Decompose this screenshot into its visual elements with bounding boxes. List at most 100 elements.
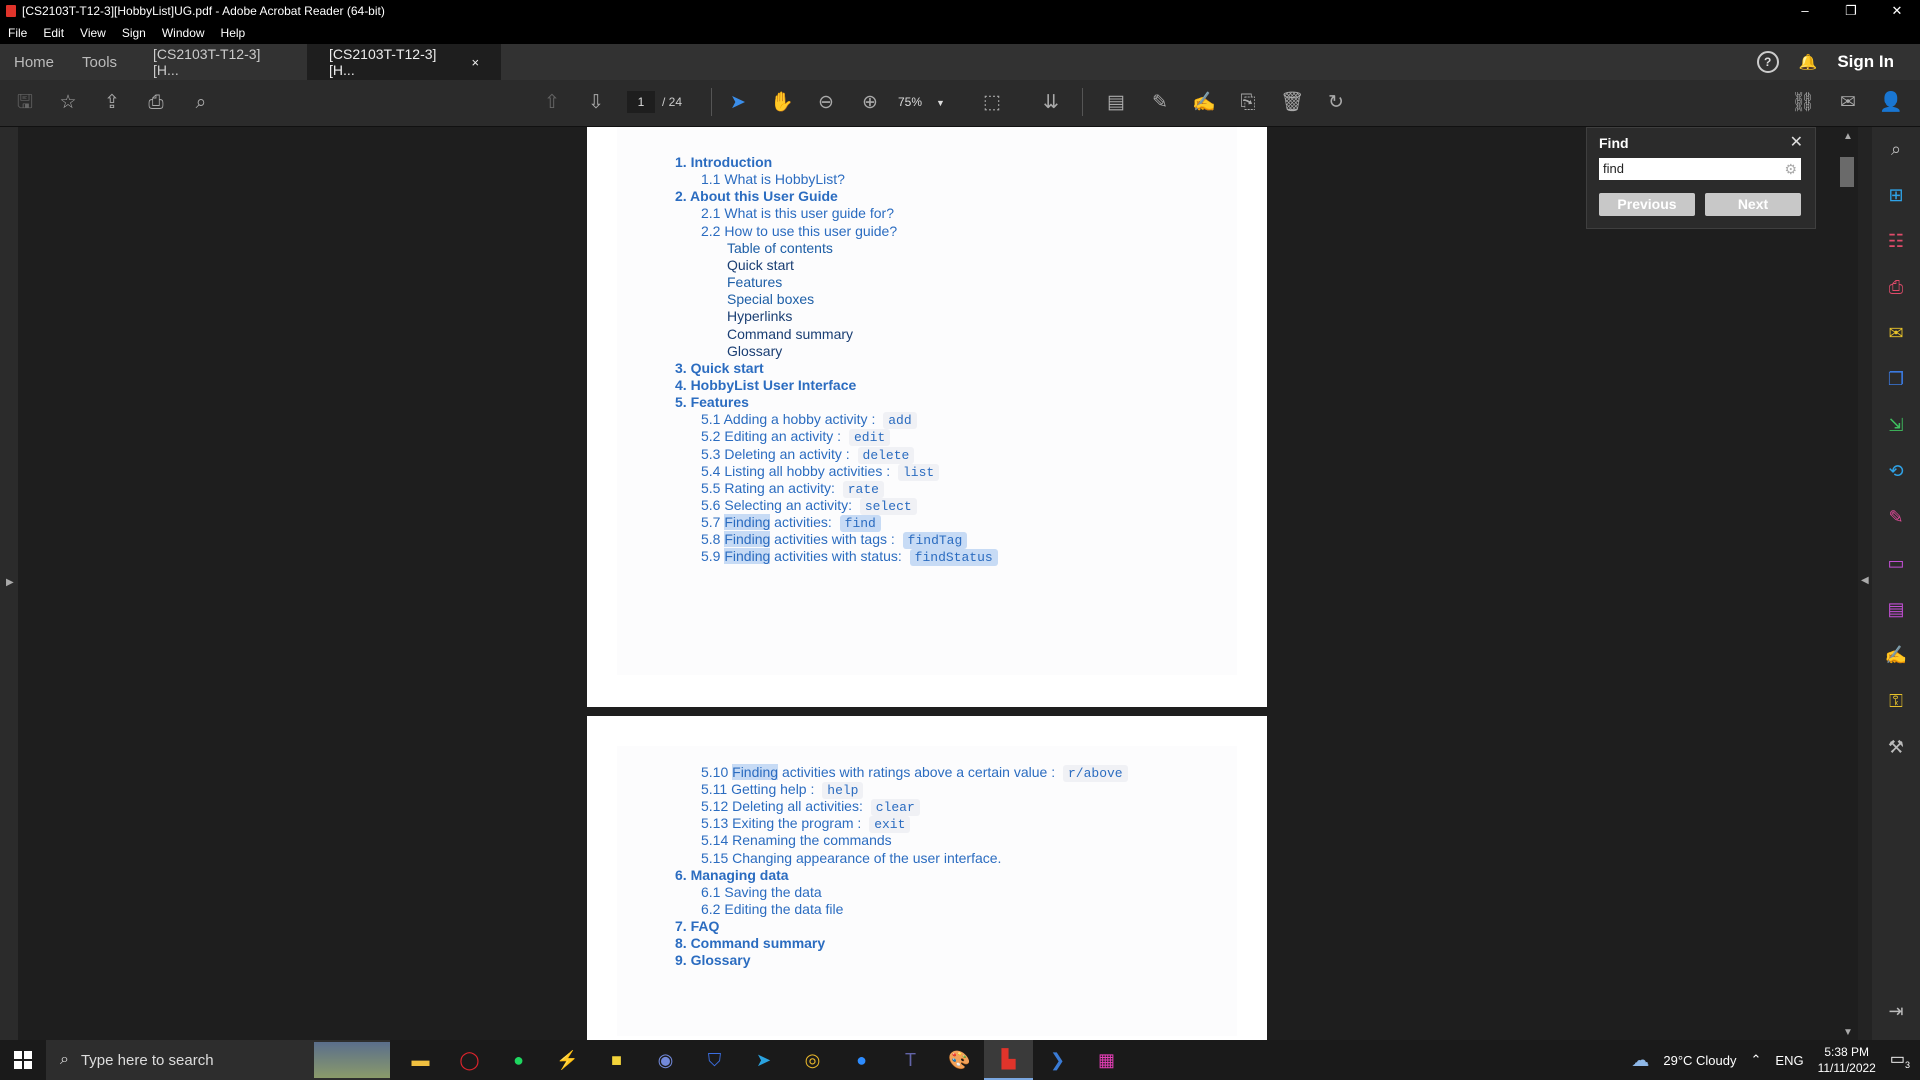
find-next-button[interactable]: Next bbox=[1705, 193, 1801, 216]
notification-center-icon[interactable]: ▭3 bbox=[1890, 1049, 1910, 1070]
scroll-up-icon[interactable]: ▲ bbox=[1843, 131, 1853, 142]
toc-entry[interactable]: 5.4 Listing all hobby activities : list bbox=[701, 463, 940, 481]
left-panel-toggle[interactable]: ▶ bbox=[0, 127, 18, 1040]
previous-page-icon[interactable]: ⇧ bbox=[539, 90, 565, 116]
comment-tool-icon[interactable]: ✉ bbox=[1884, 321, 1908, 345]
rotate-icon[interactable]: ↻ bbox=[1323, 90, 1349, 116]
search-zoom-icon[interactable]: ⌕ bbox=[188, 90, 214, 116]
collapse-pane-icon[interactable]: ⇥ bbox=[1884, 999, 1908, 1023]
powershell-icon[interactable]: ❯ bbox=[1033, 1040, 1082, 1080]
highlight-pen-icon[interactable]: ✎ bbox=[1147, 90, 1173, 116]
toc-entry[interactable]: 6.1 Saving the data bbox=[701, 884, 822, 900]
toc-entry[interactable]: 1.1 What is HobbyList? bbox=[701, 171, 845, 187]
tab-document-2[interactable]: [CS2103T-T12-3][H... × bbox=[307, 44, 502, 80]
organize-pages-icon[interactable]: ☷ bbox=[1884, 229, 1908, 253]
toc-entry[interactable]: 5.1 Adding a hobby activity : add bbox=[701, 411, 917, 430]
toc-entry[interactable]: Command summary bbox=[727, 326, 853, 342]
tab-close-icon[interactable]: × bbox=[471, 55, 479, 70]
start-button[interactable] bbox=[0, 1040, 46, 1080]
share-user-icon[interactable]: 👤 bbox=[1878, 90, 1904, 116]
sign-in-button[interactable]: Sign In bbox=[1837, 52, 1894, 72]
spotify-icon[interactable]: ● bbox=[494, 1040, 543, 1080]
vertical-scrollbar[interactable]: ▲ ▼ bbox=[1838, 127, 1858, 1040]
acrobat-taskbar-icon[interactable]: ▙ bbox=[984, 1040, 1033, 1080]
minimize-button[interactable]: – bbox=[1782, 3, 1828, 19]
link-icon[interactable]: ⛓ bbox=[1790, 90, 1816, 116]
bookmark-star-icon[interactable]: ☆ bbox=[55, 90, 81, 116]
intellij-icon[interactable]: ▦ bbox=[1082, 1040, 1131, 1080]
clock[interactable]: 5:38 PM 11/11/2022 bbox=[1818, 1044, 1876, 1076]
toc-entry[interactable]: 3. Quick start bbox=[675, 360, 764, 376]
protect-icon[interactable]: ⚿ bbox=[1884, 689, 1908, 713]
teams-icon[interactable]: T bbox=[886, 1040, 935, 1080]
print-icon[interactable]: ⎙ bbox=[143, 90, 169, 116]
toc-entry[interactable]: 6. Managing data bbox=[675, 867, 789, 883]
tab-document-1[interactable]: [CS2103T-T12-3][H... bbox=[131, 44, 307, 80]
export-pdf-icon[interactable]: ⎙ bbox=[1884, 275, 1908, 299]
combine-files-icon[interactable]: ❐ bbox=[1884, 367, 1908, 391]
scroll-mode-icon[interactable]: ⇊ bbox=[1038, 90, 1064, 116]
toc-entry[interactable]: Glossary bbox=[727, 343, 782, 359]
chrome-icon[interactable]: ◎ bbox=[788, 1040, 837, 1080]
toc-entry[interactable]: 5.14 Renaming the commands bbox=[701, 832, 892, 848]
fill-sign-icon[interactable]: ⎘ bbox=[1235, 90, 1261, 116]
toc-entry[interactable]: 5.6 Selecting an activity: select bbox=[701, 497, 917, 515]
upload-cloud-icon[interactable]: ⇪ bbox=[99, 90, 125, 116]
menu-window[interactable]: Window bbox=[154, 26, 213, 40]
toc-entry[interactable]: Special boxes bbox=[727, 291, 814, 307]
close-button[interactable]: ✕ bbox=[1874, 3, 1920, 19]
scroll-down-icon[interactable]: ▼ bbox=[1843, 1027, 1853, 1038]
toc-entry[interactable]: 5.2 Editing an activity : edit bbox=[701, 428, 891, 447]
toc-entry[interactable]: 2. About this User Guide bbox=[675, 188, 838, 204]
toc-entry[interactable]: 2.2 How to use this user guide? bbox=[701, 223, 897, 239]
create-pdf-icon[interactable]: ⊞ bbox=[1884, 183, 1908, 207]
flash-app-icon[interactable]: ⚡ bbox=[543, 1040, 592, 1080]
toc-entry[interactable]: 1. Introduction bbox=[675, 154, 772, 170]
delete-icon[interactable]: 🗑 bbox=[1279, 90, 1305, 116]
save-icon[interactable]: 🖫 bbox=[12, 90, 38, 116]
weather-text[interactable]: 29°C Cloudy bbox=[1663, 1053, 1736, 1068]
gear-icon[interactable]: ⚙ bbox=[1784, 158, 1797, 180]
sign-icon[interactable]: ✍ bbox=[1884, 643, 1908, 667]
toc-entry[interactable]: Quick start bbox=[727, 257, 794, 273]
language-indicator[interactable]: ENG bbox=[1775, 1053, 1803, 1068]
right-pane-collapse[interactable]: ◀ bbox=[1858, 127, 1872, 1040]
help-icon[interactable]: ? bbox=[1756, 51, 1779, 73]
email-icon[interactable]: ✉ bbox=[1835, 90, 1861, 116]
toc-entry[interactable]: 5. Features bbox=[675, 394, 749, 410]
notification-bell-icon[interactable]: 🔔 bbox=[1799, 53, 1818, 71]
document-view[interactable]: 1. Introduction 1.1 What is HobbyList? 2. … bbox=[18, 127, 1838, 1040]
draw-icon[interactable]: ✍ bbox=[1191, 90, 1217, 116]
bitwarden-icon[interactable]: ⛉ bbox=[690, 1040, 739, 1080]
taskbar-search[interactable]: ⌕ Type here to search bbox=[46, 1040, 390, 1080]
toc-entry[interactable]: 2.1 What is this user guide for? bbox=[701, 205, 894, 221]
menu-file[interactable]: File bbox=[0, 26, 35, 40]
tab-tools[interactable]: Tools bbox=[68, 44, 131, 80]
toc-entry[interactable]: 6.2 Editing the data file bbox=[701, 901, 843, 917]
toc-entry[interactable]: 5.11 Getting help : help bbox=[701, 781, 864, 800]
sticky-notes-icon[interactable]: ■ bbox=[592, 1040, 641, 1080]
select-tool-icon[interactable]: ➤ bbox=[725, 90, 751, 116]
zoom-out-icon[interactable]: ⊖ bbox=[813, 90, 839, 116]
zoom-icon[interactable]: ● bbox=[837, 1040, 886, 1080]
restore-button[interactable]: ❐ bbox=[1828, 3, 1874, 19]
toc-entry[interactable]: 5.8 Finding activities with tags : findT… bbox=[701, 531, 968, 550]
toc-entry[interactable]: 4. HobbyList User Interface bbox=[675, 377, 856, 393]
toc-entry[interactable]: 5.15 Changing appearance of the user int… bbox=[701, 850, 1001, 866]
zoom-search-icon[interactable]: ⌕ bbox=[1884, 137, 1908, 161]
hand-tool-icon[interactable]: ✋ bbox=[769, 90, 795, 116]
toc-entry[interactable]: Table of contents bbox=[727, 240, 833, 256]
find-input[interactable]: find ⚙ bbox=[1599, 158, 1801, 180]
paint-icon[interactable]: 🎨 bbox=[935, 1040, 984, 1080]
toc-entry[interactable]: 5.10 Finding activities with ratings abo… bbox=[701, 764, 1128, 782]
more-tools-icon[interactable]: ⚒ bbox=[1884, 735, 1908, 759]
fill-and-sign-icon[interactable]: ✎ bbox=[1884, 505, 1908, 529]
zoom-select[interactable]: 75% ▼ bbox=[898, 91, 958, 113]
file-explorer-icon[interactable]: ▬ bbox=[396, 1040, 445, 1080]
toc-entry[interactable]: 9. Glossary bbox=[675, 952, 751, 968]
edit-pdf-icon[interactable]: ▭ bbox=[1884, 551, 1908, 575]
scroll-thumb[interactable] bbox=[1840, 157, 1854, 187]
menu-sign[interactable]: Sign bbox=[114, 26, 154, 40]
compress-icon[interactable]: ⇲ bbox=[1884, 413, 1908, 437]
menu-help[interactable]: Help bbox=[213, 26, 254, 40]
